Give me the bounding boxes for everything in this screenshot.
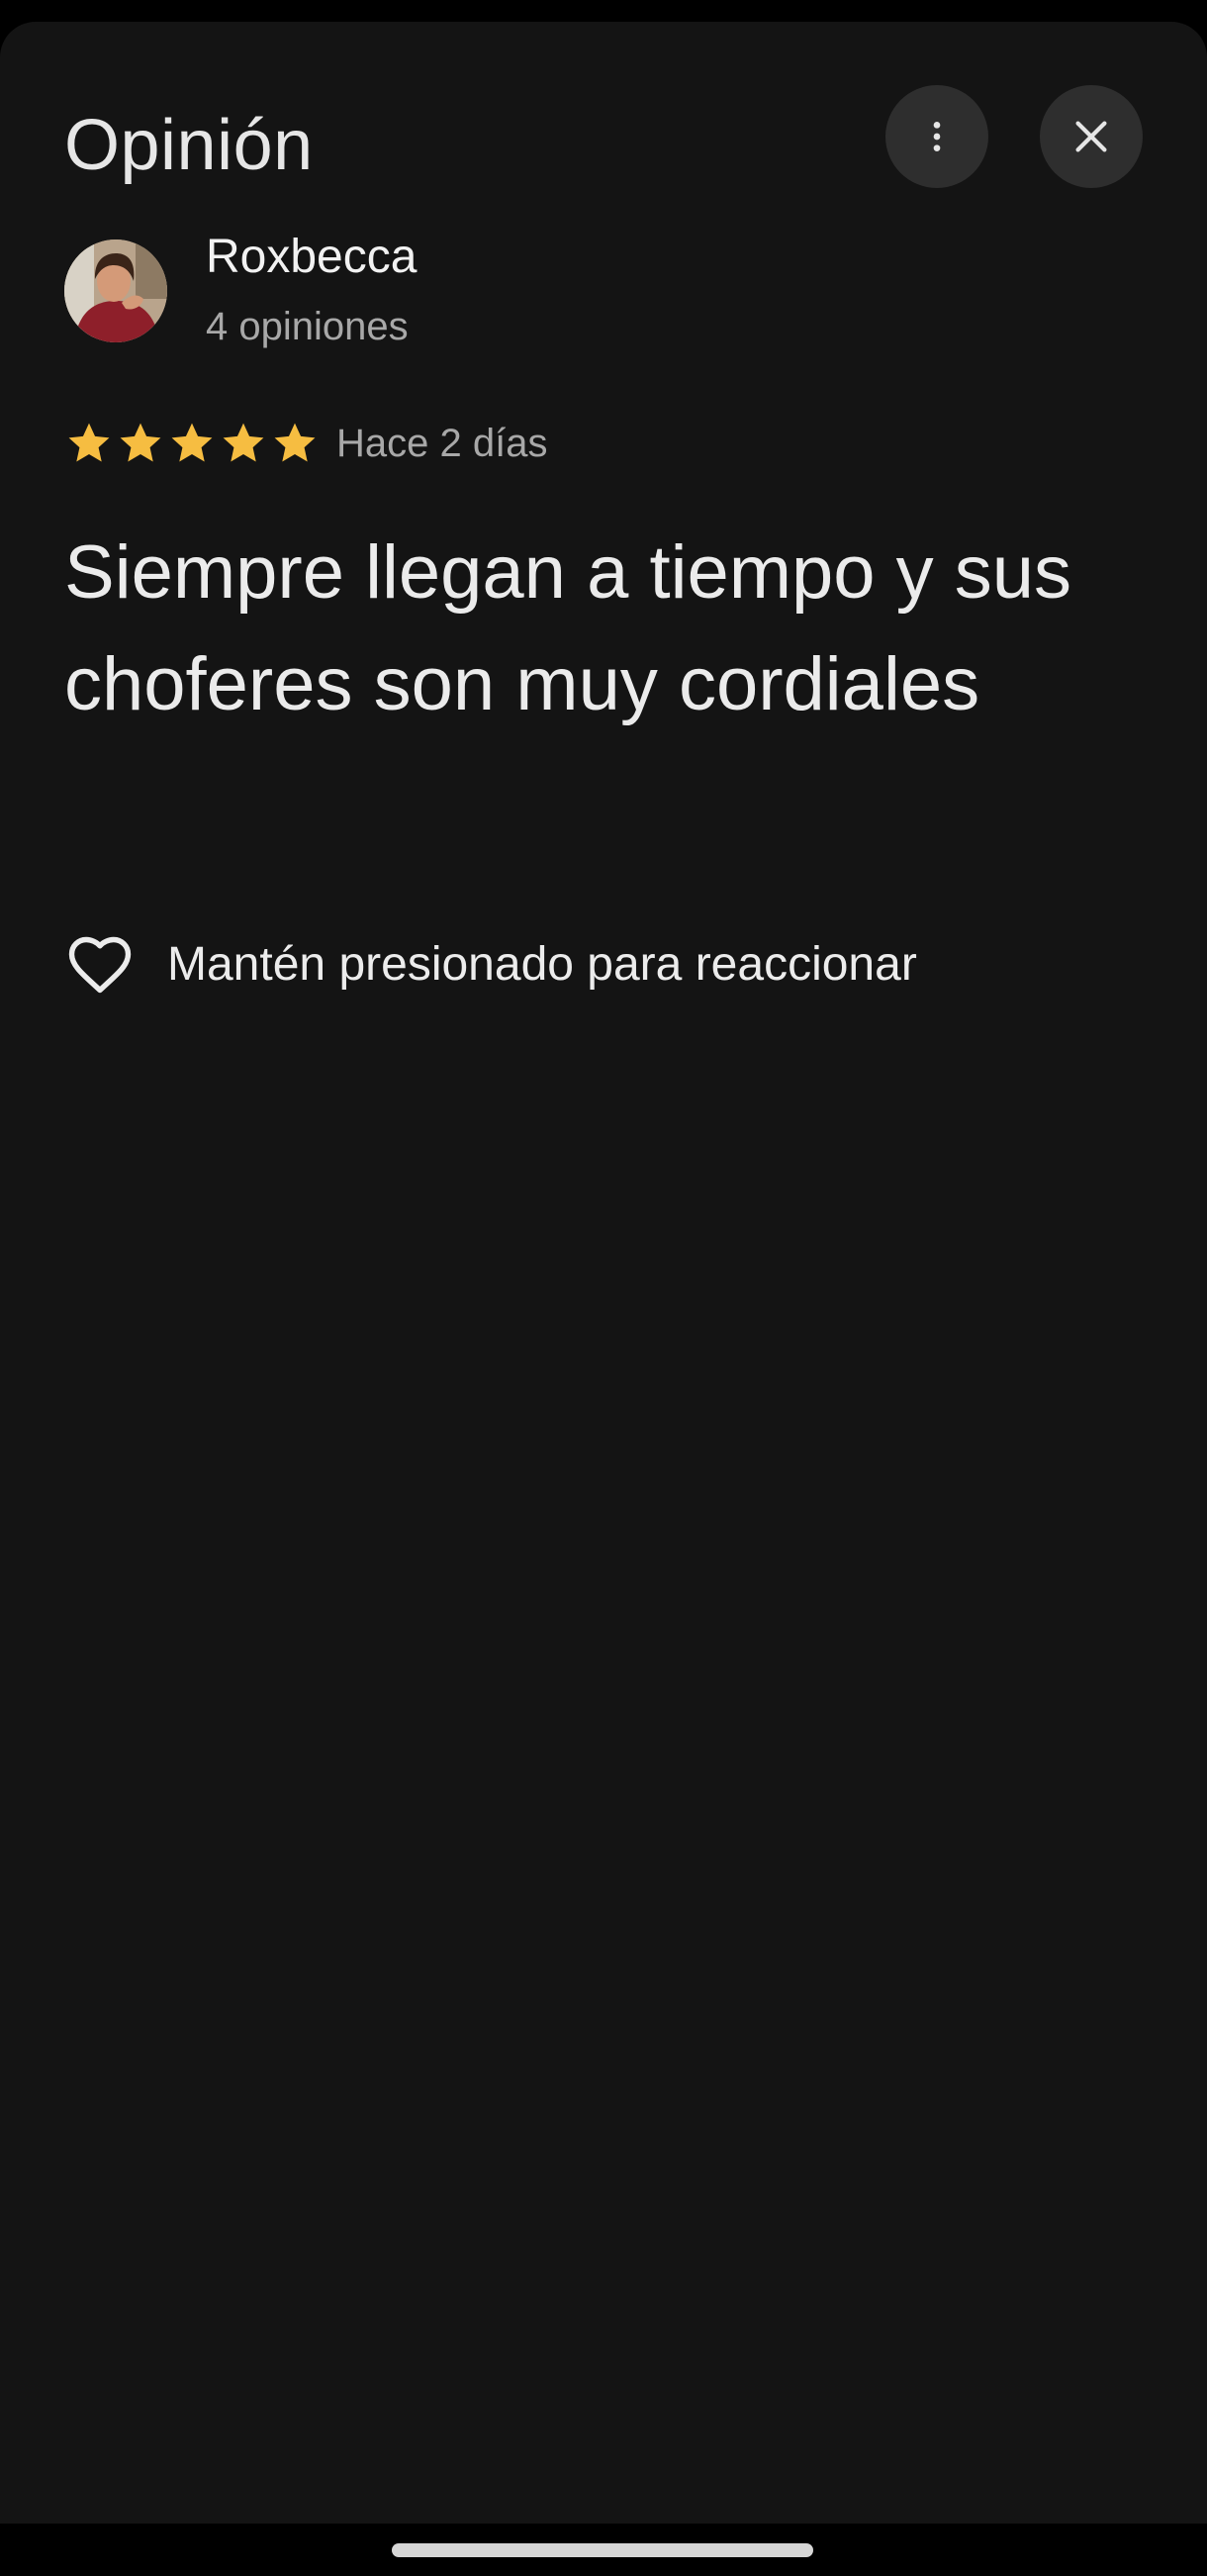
star-icon xyxy=(167,419,217,468)
star-icon xyxy=(219,419,268,468)
author-review-count: 4 opiniones xyxy=(206,305,409,348)
react-button[interactable]: Mantén presionado para reaccionar xyxy=(64,925,917,1004)
author-name[interactable]: Roxbecca xyxy=(206,228,417,287)
star-rating xyxy=(64,418,320,469)
heart-outline-icon xyxy=(68,936,132,994)
avatar[interactable] xyxy=(64,239,167,342)
review-date: Hace 2 días xyxy=(336,422,548,465)
home-gesture-handle[interactable] xyxy=(392,2543,813,2557)
close-icon xyxy=(1075,121,1107,152)
star-icon xyxy=(64,419,114,468)
page-title: Opinión xyxy=(64,106,314,185)
more-vert-icon xyxy=(933,122,941,151)
status-bar xyxy=(0,0,1207,22)
star-icon xyxy=(270,419,320,468)
review-text: Siempre llegan a tiempo y sus choferes s… xyxy=(64,530,1072,726)
star-icon xyxy=(116,419,165,468)
close-button[interactable] xyxy=(1040,85,1143,188)
more-options-button[interactable] xyxy=(885,85,988,188)
review-sheet: Opinión Roxbecca 4 opiniones Hace 2 días… xyxy=(0,22,1207,2524)
react-label: Mantén presionado para reaccionar xyxy=(167,938,917,991)
profile-photo xyxy=(64,239,167,342)
